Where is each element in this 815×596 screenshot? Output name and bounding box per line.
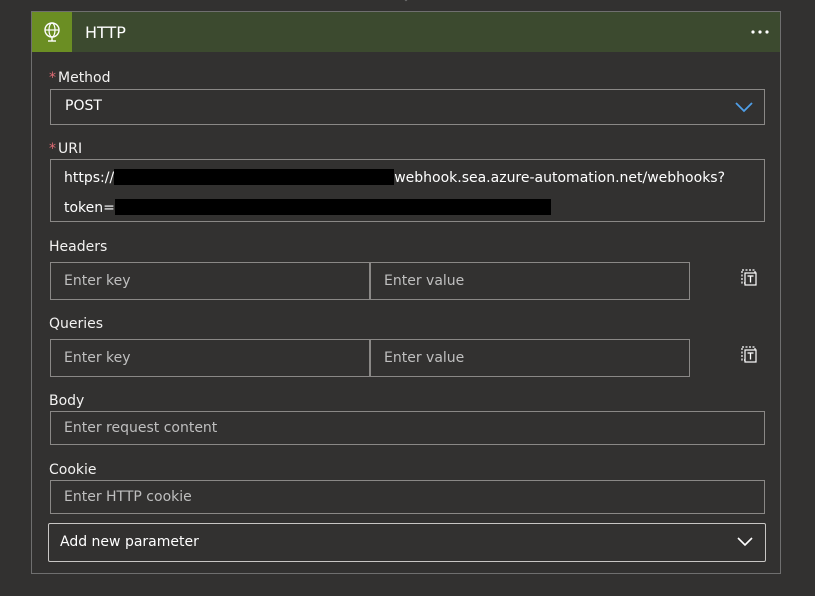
method-label-text: Method bbox=[58, 70, 111, 86]
uri-token-prefix: token= bbox=[64, 200, 115, 216]
uri-label: * URI bbox=[49, 141, 82, 157]
add-new-parameter-dropdown[interactable]: Add new parameter bbox=[48, 523, 766, 562]
ellipsis-icon bbox=[751, 30, 769, 34]
required-mark: * bbox=[49, 70, 56, 86]
card-title: HTTP bbox=[85, 22, 126, 42]
chevron-down-icon bbox=[737, 537, 753, 547]
queries-value-input[interactable]: Enter value bbox=[370, 339, 690, 377]
trash-icon[interactable] bbox=[739, 267, 759, 287]
globe-icon bbox=[32, 12, 72, 52]
add-new-parameter-label: Add new parameter bbox=[60, 534, 199, 550]
method-dropdown[interactable]: POST bbox=[50, 89, 765, 125]
cookie-label: Cookie bbox=[49, 462, 97, 478]
uri-prefix: https:// bbox=[64, 170, 115, 186]
body-input[interactable]: Enter request content bbox=[50, 411, 765, 445]
queries-key-input[interactable]: Enter key bbox=[50, 339, 370, 377]
required-mark: * bbox=[49, 141, 56, 157]
uri-suffix: webhook.sea.azure-automation.net/webhook… bbox=[394, 170, 726, 186]
trash-icon[interactable] bbox=[739, 344, 759, 364]
flow-connector-arrow bbox=[404, 0, 408, 2]
http-action-card: HTTP * Method POST * URI https://webhook.s… bbox=[31, 11, 781, 574]
redacted-block bbox=[114, 199, 551, 215]
headers-value-input[interactable]: Enter value bbox=[370, 262, 690, 300]
redacted-block bbox=[114, 169, 395, 185]
cookie-input[interactable]: Enter HTTP cookie bbox=[50, 480, 765, 514]
uri-label-text: URI bbox=[58, 141, 83, 157]
chevron-down-icon bbox=[735, 102, 753, 113]
uri-input[interactable]: https:// webhook.sea.azure-automation.net… bbox=[50, 159, 765, 222]
method-value: POST bbox=[65, 98, 102, 114]
headers-label: Headers bbox=[49, 239, 108, 255]
queries-label: Queries bbox=[49, 316, 104, 332]
uri-line-1: https:// webhook.sea.azure-automation.net… bbox=[64, 169, 725, 186]
more-options-button[interactable] bbox=[749, 21, 771, 43]
method-label: * Method bbox=[49, 70, 111, 86]
body-label: Body bbox=[49, 393, 85, 409]
card-header[interactable]: HTTP bbox=[32, 12, 780, 52]
uri-line-2: token= bbox=[64, 199, 551, 216]
headers-key-input[interactable]: Enter key bbox=[50, 262, 370, 300]
